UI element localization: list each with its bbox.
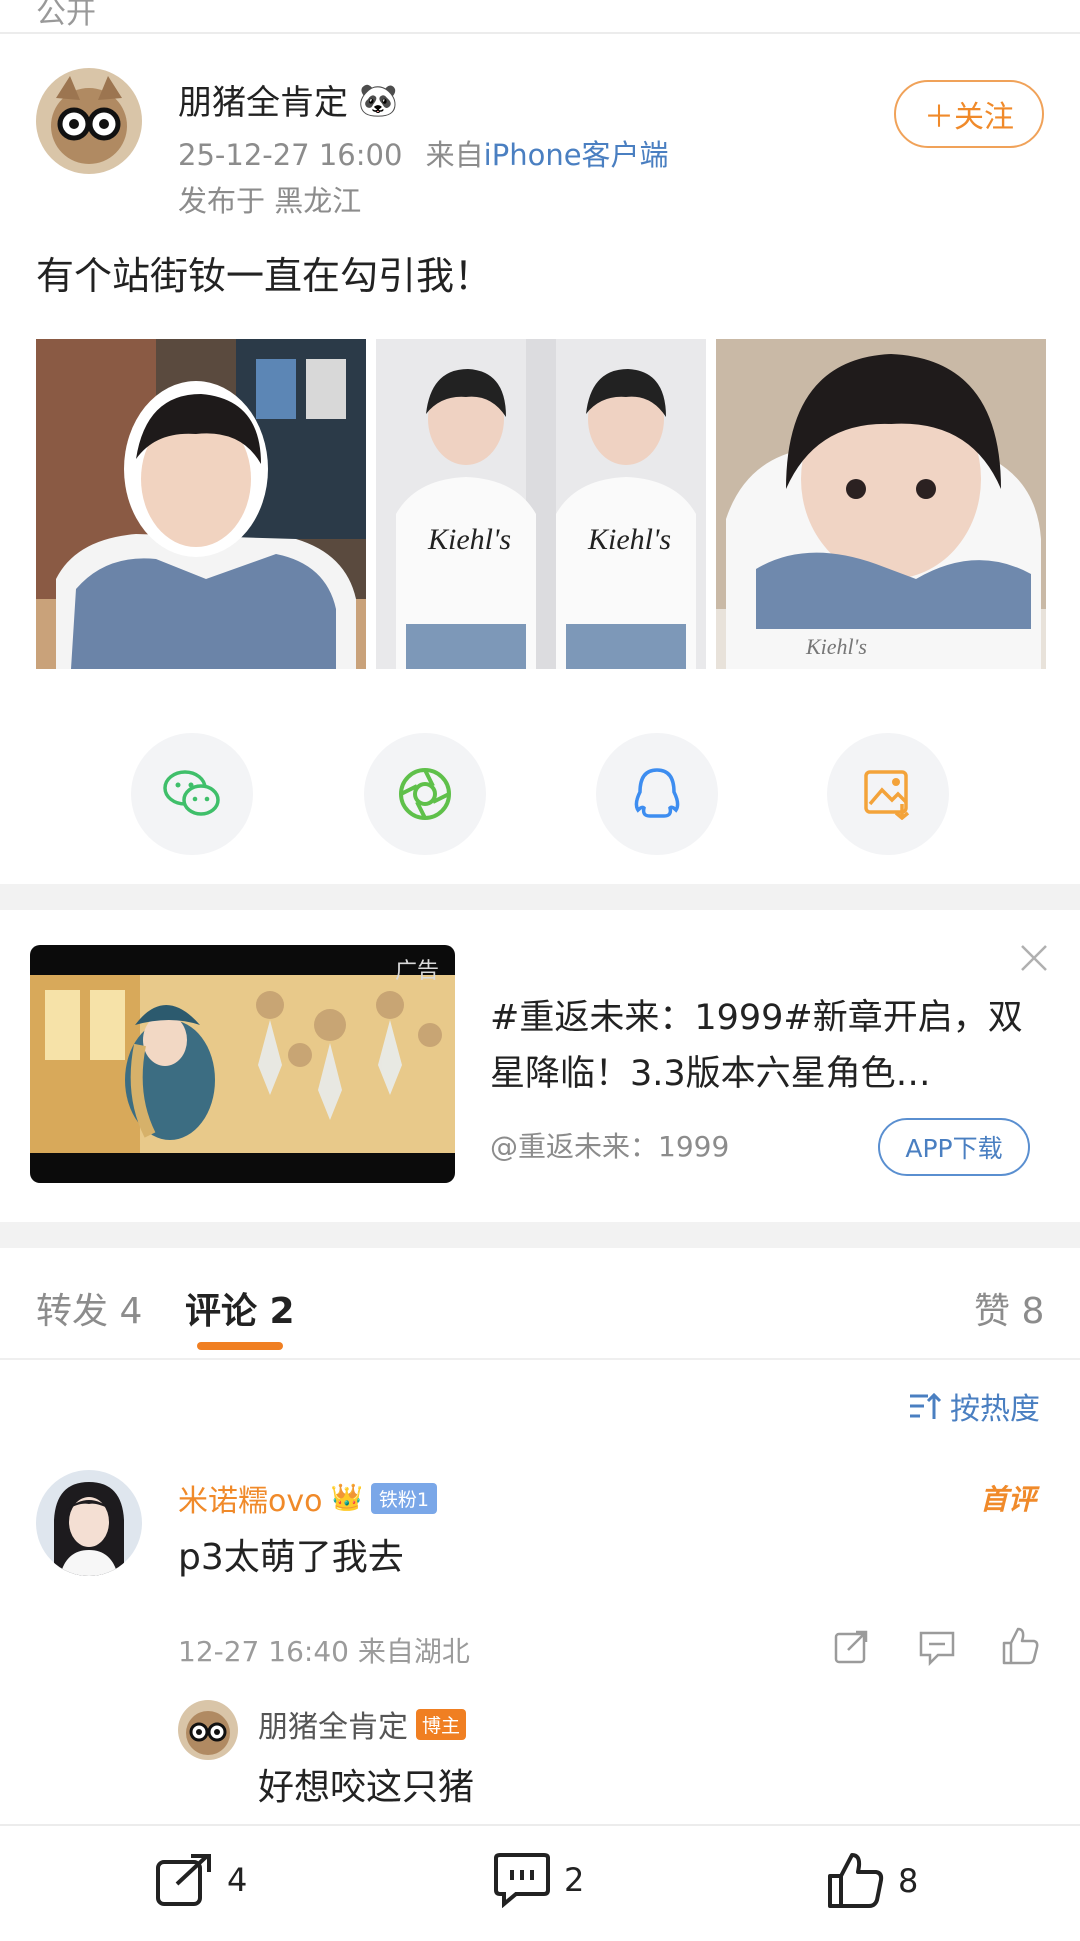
ad-image[interactable]: 广告 (30, 945, 455, 1183)
moments-icon (399, 768, 451, 820)
sort-label: 按热度 (950, 1392, 1040, 1427)
sort-icon (910, 1392, 942, 1419)
bottom-like-button[interactable]: 8 (826, 1852, 918, 1910)
comment-meta: 12-27 16:40 来自湖北 (178, 1635, 470, 1668)
app-download-button[interactable]: APP下载 (878, 1118, 1030, 1176)
tab-divider (0, 1358, 1080, 1360)
post-text: 有个站街钕一直在勾引我！ (36, 254, 493, 298)
ad-close-icon[interactable] (1018, 942, 1050, 974)
reply-author-name[interactable]: 朋猪全肯定 (258, 1702, 408, 1746)
share-qq-button[interactable] (596, 733, 718, 855)
commenter-name[interactable]: 米诺糯ovo (178, 1476, 322, 1520)
follow-button[interactable]: ＋关注 (894, 80, 1044, 148)
crown-icon: 👑 (330, 1483, 363, 1513)
reply-text: 好想咬这只猪 (258, 1767, 475, 1808)
commenter-avatar[interactable] (36, 1470, 142, 1576)
bottom-comment-button[interactable]: 2 (492, 1852, 584, 1908)
ad-account[interactable]: @重返未来：1999 (490, 1125, 729, 1165)
post-photo-1[interactable] (36, 339, 366, 669)
svg-text:Kiehl's: Kiehl's (805, 634, 867, 659)
owner-badge: 博主 (416, 1708, 467, 1740)
section-separator (0, 884, 1080, 910)
svg-text:Kiehl's: Kiehl's (587, 523, 671, 556)
comment-like-icon[interactable] (1000, 1626, 1040, 1670)
tab-repost[interactable]: 转发 4 (36, 1282, 142, 1334)
qq-icon (634, 768, 680, 818)
visibility-label: 公开 (36, 0, 96, 31)
comment-count: 2 (564, 1861, 585, 1899)
author-avatar[interactable] (36, 68, 142, 174)
share-moments-button[interactable] (364, 733, 486, 855)
svg-text:Kiehl's: Kiehl's (427, 523, 511, 556)
bottom-action-bar: 4 2 8 (0, 1824, 1080, 1941)
repost-icon (156, 1854, 211, 1906)
author-name[interactable]: 朋猪全肯定 (178, 75, 348, 124)
active-tab-indicator (197, 1342, 283, 1350)
ad-title[interactable]: #重返未来：1999#新章开启，双星降临！3.3版本六星角色… (490, 990, 1030, 1102)
bottom-repost-button[interactable]: 4 (155, 1852, 247, 1908)
comment-text: p3太萌了我去 (178, 1537, 404, 1578)
post-meta: 25-12-27 16:00 来自iPhone客户端 (178, 132, 669, 174)
first-comment-tag: 首评 (980, 1483, 1037, 1516)
tab-like[interactable]: 赞 8 (974, 1282, 1044, 1334)
post-photo-2[interactable]: Kiehl's Kiehl's (376, 339, 706, 669)
post-location: 发布于 黑龙江 (178, 184, 362, 218)
post-time: 25-12-27 16:00 (178, 138, 403, 172)
comment-icon (494, 1853, 550, 1908)
save-image-button[interactable] (827, 733, 949, 855)
like-count: 8 (898, 1862, 919, 1900)
comment-reply-icon[interactable] (918, 1630, 956, 1670)
ad-tag: 广告 (394, 959, 439, 984)
section-separator (0, 1222, 1080, 1248)
save-image-icon (864, 770, 910, 820)
source-prefix: 来自 (425, 138, 484, 172)
wechat-icon (163, 770, 220, 816)
like-icon (828, 1853, 884, 1908)
sort-button[interactable]: 按热度 (908, 1384, 1040, 1428)
author-emoji: 🐼 (358, 80, 398, 119)
comment-share-icon[interactable] (834, 1630, 870, 1668)
post-source[interactable]: iPhone客户端 (484, 138, 669, 172)
tab-comment[interactable]: 评论 2 (185, 1282, 295, 1334)
post-photo-3[interactable]: Kiehl's (716, 339, 1046, 669)
repost-count: 4 (227, 1861, 248, 1899)
top-visibility-bar: 公开 (0, 0, 1080, 34)
fan-badge: 铁粉1 (370, 1482, 437, 1514)
reply-author-avatar[interactable] (178, 1700, 238, 1760)
share-wechat-button[interactable] (131, 733, 253, 855)
